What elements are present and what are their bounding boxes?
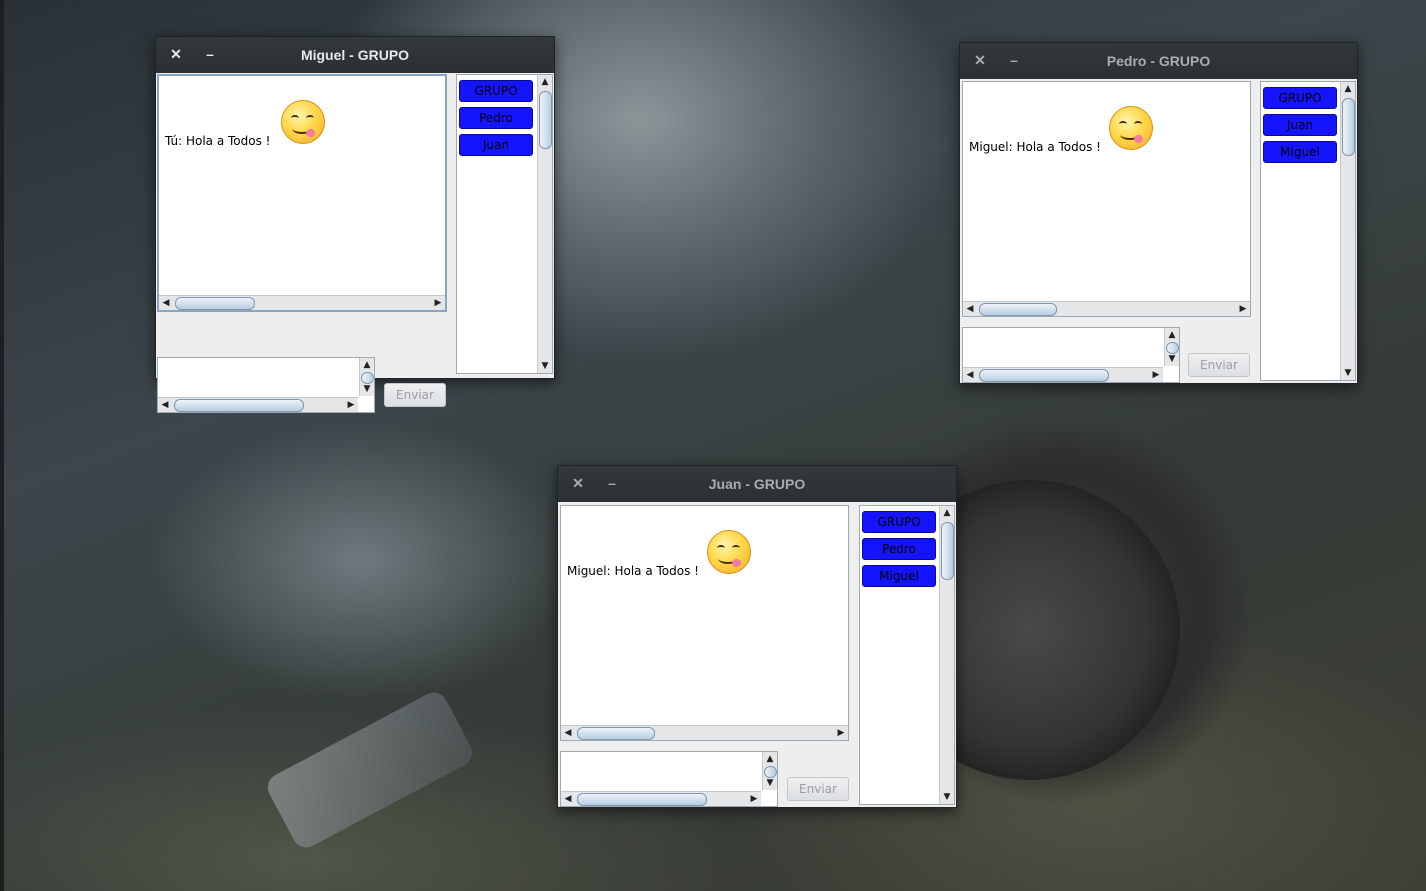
send-button[interactable]: Enviar [787,777,849,801]
scroll-up-icon[interactable]: ▲ [940,506,954,520]
message-input[interactable]: ▲ ▼ ◀ ▶ [962,327,1180,383]
scroll-left-icon[interactable]: ◀ [963,368,977,382]
user-list: GRUPO Pedro Juan ▲ ▼ [456,74,553,374]
chat-window-juan: ✕ – Juan - GRUPO Miguel: Hola a Todos ! … [557,465,957,808]
window-title: Juan - GRUPO [708,476,806,492]
input-vertical-scrollbar[interactable]: ▲ ▼ [1164,328,1179,366]
user-button-miguel[interactable]: Miguel [862,565,936,587]
send-button[interactable]: Enviar [1188,353,1250,377]
scroll-left-icon[interactable]: ◀ [159,296,173,310]
scroll-left-icon[interactable]: ◀ [158,398,172,412]
chat-area[interactable]: Tú: Hola a Todos ! ◀ ▶ [157,74,447,312]
chat-message: Tú: Hola a Todos ! [165,134,271,148]
scroll-left-icon[interactable]: ◀ [963,302,977,316]
scroll-down-icon[interactable]: ▼ [1341,366,1355,380]
desktop-edge [0,0,4,891]
user-list: GRUPO Juan Miguel ▲ ▼ [1260,81,1356,381]
message-input[interactable]: ▲ ▼ ◀ ▶ [560,751,778,807]
chat-window-pedro: ✕ – Pedro - GRUPO Miguel: Hola a Todos !… [959,42,1358,384]
scroll-left-icon[interactable]: ◀ [561,792,575,806]
chat-area[interactable]: Miguel: Hola a Todos ! ◀ ▶ [962,81,1251,317]
scroll-up-icon[interactable]: ▲ [1165,328,1179,342]
chat-window-miguel: ✕ – Miguel - GRUPO Tú: Hola a Todos ! ◀ … [155,36,555,413]
scroll-down-icon[interactable]: ▼ [940,790,954,804]
window-content: Tú: Hola a Todos ! ◀ ▶ ▲ ▼ ◀ ▶ Enviar GR… [156,73,554,413]
scroll-thumb[interactable] [174,399,304,412]
user-button-grupo[interactable]: GRUPO [862,511,936,533]
scroll-thumb[interactable] [941,522,954,580]
input-vertical-scrollbar[interactable]: ▲ ▼ [359,358,374,396]
scroll-left-icon[interactable]: ◀ [561,726,575,740]
titlebar: ✕ – Pedro - GRUPO [960,43,1357,79]
wallpaper-zipper [262,687,478,853]
scroll-down-icon[interactable]: ▼ [538,359,552,373]
scroll-up-icon[interactable]: ▲ [360,358,374,372]
send-button[interactable]: Enviar [384,383,446,407]
chat-horizontal-scrollbar[interactable]: ◀ ▶ [159,295,445,310]
user-list-scrollbar[interactable]: ▲ ▼ [537,75,552,373]
user-button-pedro[interactable]: Pedro [459,107,533,129]
chat-message: Miguel: Hola a Todos ! [567,564,699,578]
titlebar: ✕ – Miguel - GRUPO [156,37,554,73]
scroll-right-icon[interactable]: ▶ [344,398,358,412]
scroll-thumb[interactable] [577,793,707,806]
input-vertical-scrollbar[interactable]: ▲ ▼ [762,752,777,790]
scroll-right-icon[interactable]: ▶ [834,726,848,740]
smiley-tongue-icon [1109,106,1153,150]
user-button-juan[interactable]: Juan [1263,114,1337,136]
message-input[interactable]: ▲ ▼ ◀ ▶ [157,357,375,413]
smiley-tongue-icon [707,530,751,574]
scroll-down-icon[interactable]: ▼ [360,382,374,396]
user-list: GRUPO Pedro Miguel ▲ ▼ [859,505,955,805]
chat-horizontal-scrollbar[interactable]: ◀ ▶ [963,301,1250,316]
chat-area[interactable]: Miguel: Hola a Todos ! ◀ ▶ [560,505,849,741]
input-horizontal-scrollbar[interactable]: ◀ ▶ [158,397,358,412]
scroll-thumb[interactable] [577,727,655,740]
scroll-right-icon[interactable]: ▶ [1149,368,1163,382]
scroll-right-icon[interactable]: ▶ [431,296,445,310]
scroll-right-icon[interactable]: ▶ [1236,302,1250,316]
user-button-pedro[interactable]: Pedro [862,538,936,560]
window-title: Pedro - GRUPO [1106,53,1211,69]
user-list-scrollbar[interactable]: ▲ ▼ [1340,82,1355,380]
scroll-thumb[interactable] [175,297,255,310]
scroll-right-icon[interactable]: ▶ [747,792,761,806]
chat-message: Miguel: Hola a Todos ! [969,140,1101,154]
scroll-down-icon[interactable]: ▼ [1165,352,1179,366]
user-button-grupo[interactable]: GRUPO [1263,87,1337,109]
titlebar: ✕ – Juan - GRUPO [558,466,956,502]
scroll-up-icon[interactable]: ▲ [1341,82,1355,96]
user-button-grupo[interactable]: GRUPO [459,80,533,102]
window-title: Miguel - GRUPO [300,47,410,63]
window-content: Miguel: Hola a Todos ! ◀ ▶ ▲ ▼ ◀ ▶ Envia… [558,502,956,807]
scroll-thumb[interactable] [979,369,1109,382]
user-list-scrollbar[interactable]: ▲ ▼ [939,506,954,804]
window-content: Miguel: Hola a Todos ! ◀ ▶ ▲ ▼ ◀ ▶ Envia… [960,79,1357,383]
scroll-down-icon[interactable]: ▼ [763,776,777,790]
scroll-up-icon[interactable]: ▲ [763,752,777,766]
scroll-up-icon[interactable]: ▲ [538,75,552,89]
scroll-thumb[interactable] [539,91,552,149]
input-horizontal-scrollbar[interactable]: ◀ ▶ [963,367,1163,382]
user-button-miguel[interactable]: Miguel [1263,141,1337,163]
scroll-thumb[interactable] [1342,98,1355,156]
user-button-juan[interactable]: Juan [459,134,533,156]
scroll-thumb[interactable] [979,303,1057,316]
input-horizontal-scrollbar[interactable]: ◀ ▶ [561,791,761,806]
chat-horizontal-scrollbar[interactable]: ◀ ▶ [561,725,848,740]
smiley-tongue-icon [281,100,325,144]
